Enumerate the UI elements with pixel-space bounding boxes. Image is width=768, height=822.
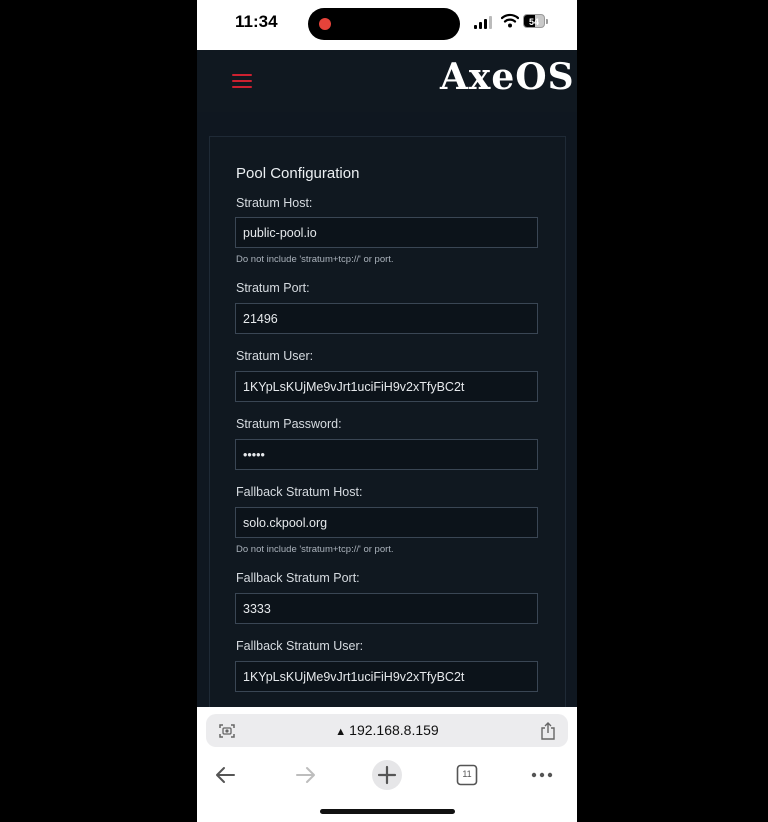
cellular-signal-icon: [474, 15, 494, 29]
wifi-icon: [501, 13, 519, 28]
stratum-host-label: Stratum Host:: [236, 196, 313, 210]
fallback-stratum-host-input[interactable]: [236, 508, 537, 537]
fallback-stratum-port-label: Fallback Stratum Port:: [236, 571, 360, 585]
url-display[interactable]: ▲ 192.168.8.159: [206, 722, 568, 738]
warning-icon: ▲: [335, 726, 347, 738]
new-tab-icon[interactable]: [371, 759, 403, 791]
stratum-host-field[interactable]: [235, 217, 538, 248]
stratum-port-input[interactable]: [236, 304, 537, 333]
stratum-password-label: Stratum Password:: [236, 417, 342, 431]
stratum-user-field[interactable]: [235, 371, 538, 402]
battery-icon: 54: [523, 14, 548, 28]
fallback-stratum-host-field[interactable]: [235, 507, 538, 538]
section-title: Pool Configuration: [236, 165, 360, 182]
battery-level: 54: [528, 17, 539, 27]
browser-toolbar: ▲ 192.168.8.159 11: [197, 707, 577, 822]
address-bar[interactable]: ▲ 192.168.8.159: [206, 714, 568, 747]
fallback-stratum-user-field[interactable]: [235, 661, 538, 692]
stratum-port-label: Stratum Port:: [236, 281, 310, 295]
stratum-host-input[interactable]: [236, 218, 537, 247]
stratum-user-input[interactable]: [236, 372, 537, 401]
more-options-icon[interactable]: [530, 759, 554, 791]
fallback-stratum-port-field[interactable]: [235, 593, 538, 624]
stratum-password-input[interactable]: [236, 440, 537, 469]
home-indicator[interactable]: [320, 809, 455, 814]
menu-icon[interactable]: [232, 74, 252, 89]
share-icon[interactable]: [540, 722, 556, 740]
url-text: 192.168.8.159: [349, 722, 439, 738]
fallback-stratum-host-label: Fallback Stratum Host:: [236, 485, 363, 499]
stratum-port-field[interactable]: [235, 303, 538, 334]
stratum-host-hint: Do not include 'stratum+tcp://' or port.: [236, 254, 394, 265]
fallback-stratum-user-label: Fallback Stratum User:: [236, 639, 364, 653]
tabs-count: 11: [462, 769, 472, 779]
recording-indicator-icon: [319, 18, 331, 30]
back-arrow-icon[interactable]: [213, 759, 237, 791]
dynamic-island: [308, 8, 460, 40]
app-header: AxeOS: [197, 50, 577, 112]
phone-screen: 11:34 54 AxeOS Pool Configuration Stratu…: [197, 0, 577, 822]
app-logo: AxeOS: [440, 56, 575, 98]
fallback-stratum-user-input[interactable]: [236, 662, 537, 691]
stratum-password-field[interactable]: [235, 439, 538, 470]
fallback-stratum-host-hint: Do not include 'stratum+tcp://' or port.: [236, 544, 394, 555]
fallback-stratum-port-input[interactable]: [236, 594, 537, 623]
pool-configuration-panel: Pool Configuration Stratum Host: Do not …: [209, 136, 566, 707]
axeos-app: AxeOS Pool Configuration Stratum Host: D…: [197, 50, 577, 707]
tabs-button[interactable]: 11: [456, 759, 478, 791]
stratum-user-label: Stratum User:: [236, 349, 314, 363]
status-time: 11:34: [235, 12, 278, 31]
forward-arrow-icon[interactable]: [294, 759, 318, 791]
status-bar: 11:34 54: [197, 0, 577, 50]
